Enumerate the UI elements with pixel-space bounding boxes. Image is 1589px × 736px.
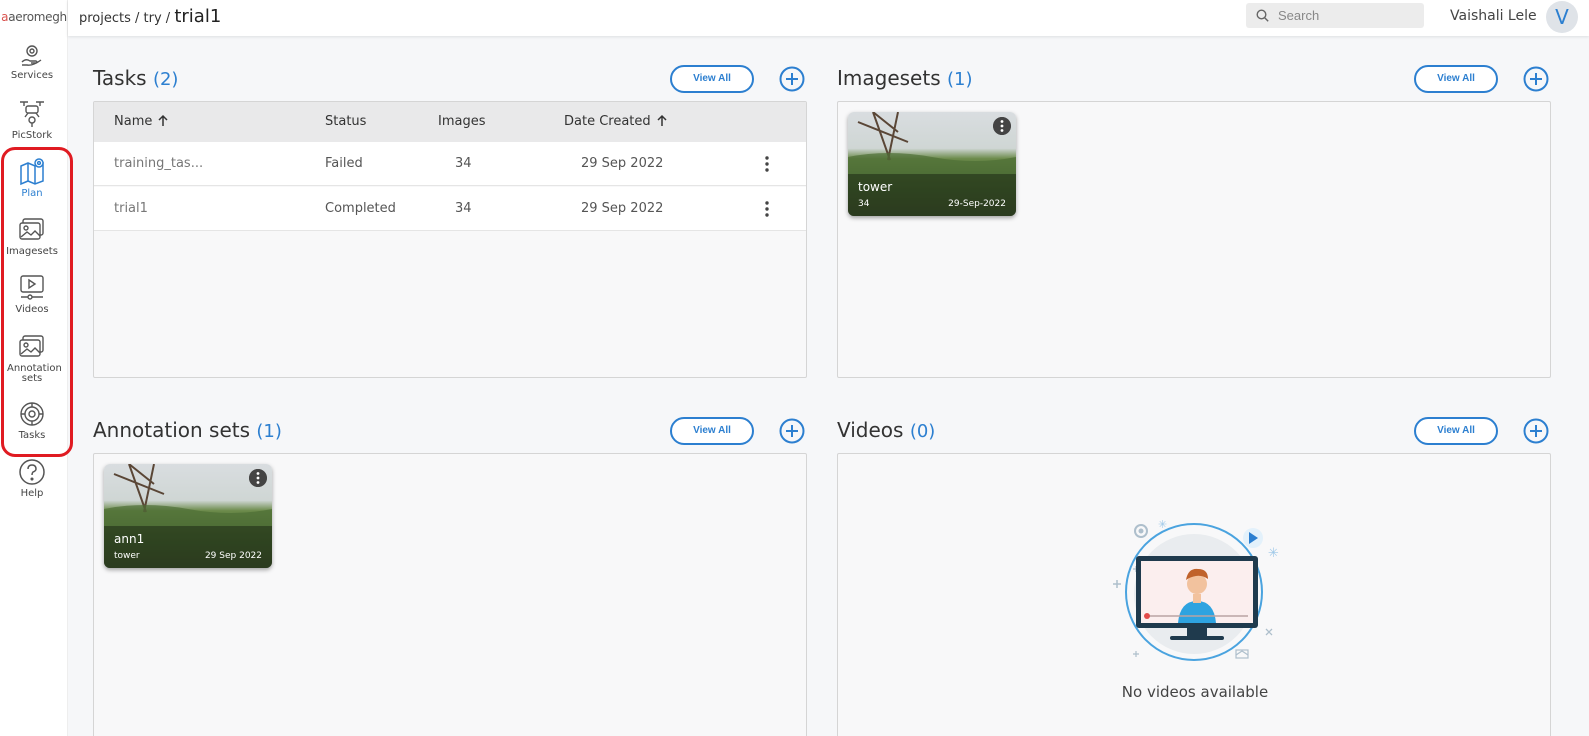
sidebar-item-plan[interactable]: Plan	[0, 156, 64, 199]
tasks-count: (2)	[152, 69, 179, 90]
annotation-sets-title: Annotation sets	[93, 418, 251, 442]
logo-text: aeromegh	[8, 10, 67, 24]
task-date: 29 Sep 2022	[581, 201, 664, 216]
search-box	[1246, 3, 1424, 28]
sidebar-item-videos[interactable]: Videos	[0, 274, 64, 315]
sidebar-item-imagesets[interactable]: Imagesets	[0, 216, 64, 257]
column-header-label: Name	[114, 114, 153, 129]
imageset-date: 29-Sep-2022	[948, 199, 1006, 209]
sidebar-item-services[interactable]: Services	[0, 42, 64, 81]
no-videos-message: No videos available	[1121, 683, 1269, 701]
svg-text:✳: ✳	[1268, 546, 1279, 561]
sidebar-item-label: PicStork	[11, 130, 53, 141]
drone-icon	[20, 101, 44, 127]
table-row[interactable]: trial1 Completed 34 29 Sep 2022	[94, 187, 806, 231]
sort-up-icon	[158, 114, 168, 126]
table-row[interactable]: training_tas... Failed 34 29 Sep 2022	[94, 142, 806, 186]
annotation-set-name: ann1	[114, 532, 145, 546]
videos-view-all-button[interactable]: View All	[1414, 417, 1498, 445]
image-stack-icon	[19, 335, 44, 357]
column-header-status[interactable]: Status	[325, 114, 366, 129]
column-header-date[interactable]: Date Created	[564, 114, 667, 129]
breadcrumb-current: trial1	[174, 6, 222, 27]
more-options-icon[interactable]	[993, 117, 1011, 135]
add-imageset-button[interactable]	[1523, 66, 1549, 92]
imagesets-panel: tower 34 29-Sep-2022	[837, 101, 1551, 378]
gear-icon	[20, 402, 44, 426]
imagesets-title: Imagesets	[837, 66, 941, 90]
annotation-sets-view-all-button[interactable]: View All	[670, 417, 754, 445]
breadcrumb: projects / try / trial1	[79, 6, 221, 27]
empty-video-illustration: ✳ ✳	[1113, 518, 1279, 661]
app-logo[interactable]: aaeromegh	[0, 10, 68, 30]
user-name[interactable]: Vaishali Lele	[1450, 8, 1537, 24]
task-date: 29 Sep 2022	[581, 156, 664, 171]
column-header-images[interactable]: Images	[438, 114, 486, 129]
tasks-title: Tasks	[93, 66, 147, 90]
tasks-view-all-button[interactable]: View All	[670, 65, 754, 93]
imageset-card[interactable]: tower 34 29-Sep-2022	[848, 112, 1016, 216]
sort-up-icon	[657, 114, 667, 126]
sidebar-item-label: Help	[20, 488, 44, 499]
tasks-panel: Name Status Images Date Created training…	[93, 101, 807, 378]
services-icon	[21, 45, 42, 66]
sidebar-item-picstork[interactable]: PicStork	[0, 98, 64, 141]
task-status: Completed	[325, 201, 396, 216]
more-options-icon[interactable]	[764, 201, 770, 217]
search-input[interactable]	[1278, 5, 1416, 25]
sidebar-item-label: Plan	[21, 188, 43, 199]
more-options-icon[interactable]	[764, 156, 770, 172]
add-video-button[interactable]	[1523, 418, 1549, 444]
sidebar-item-label: Tasks	[18, 430, 46, 441]
task-status: Failed	[325, 156, 363, 171]
sidebar-item-label: Annotation sets	[7, 363, 62, 384]
sidebar-item-tasks[interactable]: Tasks	[0, 400, 64, 441]
map-pin-icon	[20, 158, 44, 186]
imagesets-count: (1)	[946, 69, 973, 90]
videos-count: (0)	[909, 421, 936, 442]
image-stack-icon	[19, 218, 44, 240]
search-icon	[1256, 9, 1269, 22]
videos-panel: ✳ ✳ No videos available	[837, 453, 1551, 736]
task-images: 34	[455, 201, 472, 216]
svg-text:✳: ✳	[1158, 518, 1167, 531]
column-header-label: Date Created	[564, 114, 651, 129]
annotation-set-imageset: tower	[114, 551, 140, 561]
avatar[interactable]: V	[1546, 1, 1578, 33]
annotation-sets-panel: ann1 tower 29 Sep 2022	[93, 453, 807, 736]
task-name[interactable]: training_tas...	[114, 156, 203, 171]
tasks-table-header: Name Status Images Date Created	[94, 102, 806, 142]
imagesets-section-title: Imagesets (1)	[837, 66, 972, 90]
imagesets-view-all-button[interactable]: View All	[1414, 65, 1498, 93]
sidebar: aaeromegh Services PicStork Plan Imagese…	[0, 0, 73, 736]
tasks-section-title: Tasks (2)	[93, 66, 178, 90]
annotation-set-card[interactable]: ann1 tower 29 Sep 2022	[104, 464, 272, 568]
column-header-name[interactable]: Name	[114, 114, 168, 129]
sidebar-item-annotation-sets[interactable]: Annotation sets	[0, 333, 64, 384]
video-player-icon	[20, 275, 44, 300]
task-images: 34	[455, 156, 472, 171]
add-annotation-set-button[interactable]	[779, 418, 805, 444]
videos-section-title: Videos (0)	[837, 418, 935, 442]
task-name[interactable]: trial1	[114, 201, 148, 216]
sidebar-item-help[interactable]: Help	[0, 458, 64, 499]
imageset-name: tower	[858, 180, 893, 194]
annotation-set-date: 29 Sep 2022	[204, 551, 262, 561]
annotation-sets-section-title: Annotation sets (1)	[93, 418, 282, 442]
annotation-sets-count: (1)	[256, 421, 282, 442]
sidebar-item-label: Services	[10, 70, 54, 81]
breadcrumb-path[interactable]: projects / try /	[79, 11, 174, 26]
help-icon	[19, 459, 45, 485]
top-bar: projects / try / trial1 Vaishali Lele V	[68, 0, 1589, 36]
add-task-button[interactable]	[779, 66, 805, 92]
sidebar-item-label: Videos	[15, 304, 49, 315]
videos-title: Videos	[837, 418, 904, 442]
sidebar-item-label: Imagesets	[6, 246, 58, 257]
more-options-icon[interactable]	[249, 469, 267, 487]
imageset-image-count: 34	[858, 199, 870, 209]
